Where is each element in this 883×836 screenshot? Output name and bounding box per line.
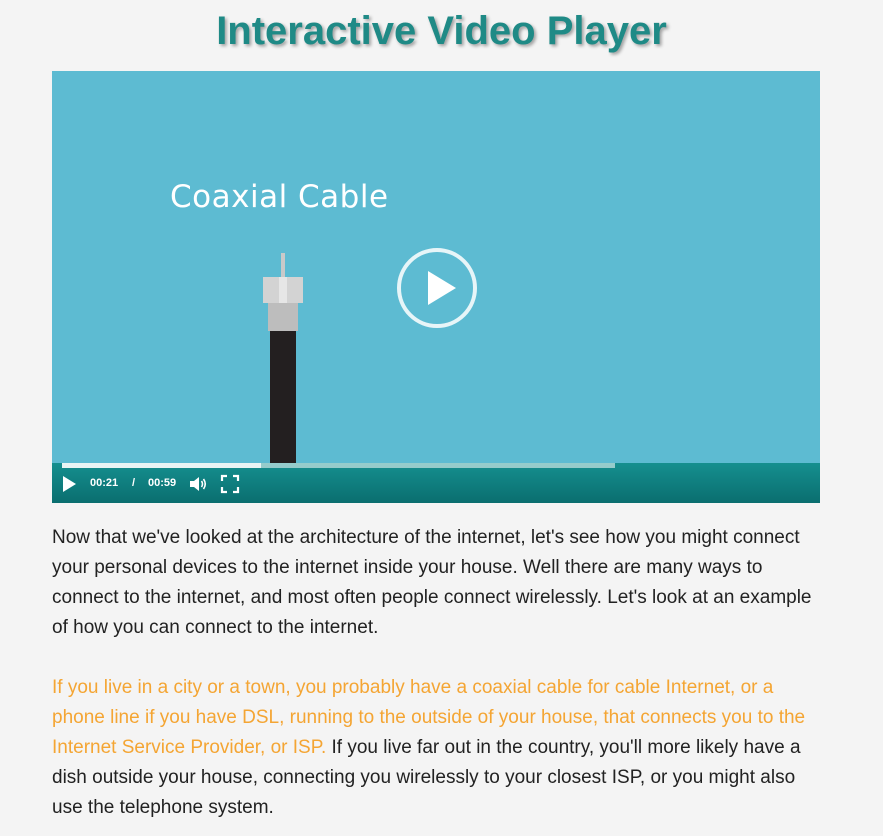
fullscreen-icon: [220, 474, 240, 494]
intro-paragraph: Now that we've looked at the architectur…: [52, 527, 812, 638]
big-play-button[interactable]: [397, 248, 477, 328]
fullscreen-button[interactable]: [220, 474, 240, 494]
connection-paragraph: If you live in a city or a town, you pro…: [52, 673, 827, 823]
volume-button[interactable]: [188, 474, 208, 494]
video-player[interactable]: Coaxial Cable 00:21 / 00:59: [52, 71, 820, 503]
play-icon: [63, 476, 76, 492]
progress-bar[interactable]: [62, 463, 615, 468]
volume-icon: [190, 477, 207, 491]
page-title: Interactive Video Player: [216, 9, 667, 53]
video-controls: 00:21 / 00:59: [52, 463, 820, 503]
cable-neck: [268, 303, 298, 331]
play-button[interactable]: [60, 475, 78, 493]
progress-fill: [62, 463, 262, 468]
play-circle-icon: [428, 271, 456, 305]
current-time: 00:21: [90, 477, 119, 489]
cable-pin: [281, 253, 285, 277]
duration: 00:59: [148, 477, 177, 489]
time-separator: /: [132, 477, 136, 489]
cable-connector: [263, 277, 303, 303]
video-caption: Coaxial Cable: [170, 179, 389, 215]
